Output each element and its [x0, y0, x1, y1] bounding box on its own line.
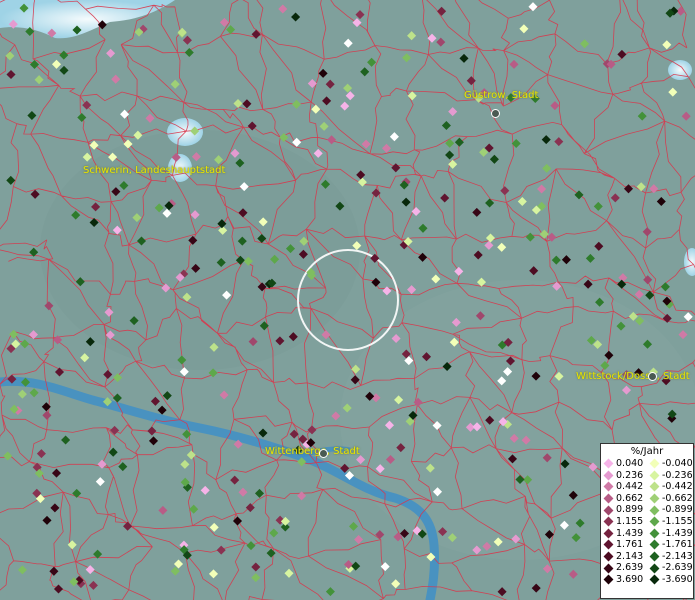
place-label: Wittenberge, Stadt	[265, 446, 360, 457]
legend-entry: -2.639	[647, 562, 693, 574]
legend-entry: 2.639	[601, 562, 647, 574]
legend-entry: 0.662	[601, 493, 647, 505]
legend-value: 0.899	[616, 504, 644, 516]
legend-entry: 0.899	[601, 504, 647, 516]
legend-value: 2.639	[616, 562, 644, 574]
legend-value: 0.442	[616, 481, 644, 493]
legend-entry: 0.040	[601, 458, 647, 470]
legend-value: -3.690	[662, 573, 693, 585]
legend-value: -1.155	[662, 515, 693, 527]
legend-title: %/Jahr	[630, 446, 664, 457]
legend-swatch	[603, 540, 614, 550]
legend-swatch	[649, 505, 660, 516]
legend-value: -1.761	[662, 539, 693, 551]
legend-swatch	[603, 458, 614, 469]
legend-entry: -1.155	[647, 516, 693, 528]
place-label: Güstrow, Stadt	[464, 90, 539, 101]
legend-value: 1.439	[616, 527, 644, 539]
legend-swatch	[603, 528, 614, 539]
legend-entry: -0.662	[647, 493, 693, 505]
legend-row: 0.040 -0.040	[601, 458, 693, 470]
legend-swatch	[603, 574, 614, 585]
legend-value: -0.899	[662, 504, 693, 516]
legend-value: 3.690	[616, 573, 644, 585]
legend-entry: 0.442	[601, 481, 647, 493]
legend-value: -0.662	[662, 492, 693, 504]
legend-swatch	[603, 516, 614, 527]
city-marker[interactable]	[648, 372, 657, 381]
legend-value: 0.662	[616, 492, 644, 504]
legend-entry: -0.236	[647, 470, 693, 482]
legend-value: 0.040	[616, 458, 644, 469]
legend-swatch	[603, 551, 614, 562]
legend-row: 1.761 -1.761	[601, 539, 693, 551]
legend-value: 2.143	[616, 550, 644, 562]
legend-value: -0.236	[662, 469, 693, 481]
legend-swatch	[603, 470, 614, 481]
map-base	[0, 0, 695, 600]
legend-row: 3.690 -3.690	[601, 574, 693, 586]
city-marker[interactable]	[319, 449, 328, 458]
city-marker[interactable]	[491, 109, 500, 118]
legend-row: 2.639 -2.639	[601, 562, 693, 574]
legend-swatch	[603, 493, 614, 504]
legend-row: 0.662 -0.662	[601, 493, 693, 505]
place-label: Schwerin, Landeshauptstadt	[83, 165, 226, 176]
legend-swatch	[649, 528, 660, 539]
legend-entry: -0.040	[647, 458, 693, 470]
legend-entry: -0.442	[647, 481, 693, 493]
subsidence-map[interactable]: Güstrow, Stadt Schwerin, Landeshauptstad…	[0, 0, 695, 600]
legend-swatch	[649, 458, 660, 469]
legend-value: -0.040	[662, 458, 693, 469]
legend-value: -0.442	[662, 481, 693, 493]
legend-entry: 1.439	[601, 528, 647, 540]
legend-value: 0.236	[616, 469, 644, 481]
legend: %/Jahr 0.040 -0.040 0.236 -0.236 0.442 -0.442…	[600, 443, 694, 599]
legend-swatch	[603, 563, 614, 574]
legend-row: 0.899 -0.899	[601, 504, 693, 516]
legend-entry: -0.899	[647, 504, 693, 516]
legend-value: 1.761	[616, 539, 644, 551]
legend-value: -2.143	[662, 550, 693, 562]
legend-value: -1.439	[662, 527, 693, 539]
legend-row: 0.236 -0.236	[601, 470, 693, 482]
legend-entry: 1.761	[601, 539, 647, 551]
legend-entry: -3.690	[647, 574, 693, 586]
legend-swatch	[649, 516, 660, 527]
legend-swatch	[649, 482, 660, 492]
legend-swatch	[603, 482, 614, 492]
legend-rows: 0.040 -0.040 0.236 -0.236 0.442 -0.442 0.662 -0…	[601, 458, 693, 586]
legend-entry: -1.439	[647, 528, 693, 540]
legend-swatch	[649, 563, 660, 574]
place-label: Wittstock/Dosse, Stadt	[576, 371, 690, 382]
legend-entry: 3.690	[601, 574, 647, 586]
legend-row: 0.442 -0.442	[601, 481, 693, 493]
legend-swatch	[603, 505, 614, 516]
legend-swatch	[649, 574, 660, 585]
legend-row: 2.143 -2.143	[601, 551, 693, 563]
legend-entry: 0.236	[601, 470, 647, 482]
legend-swatch	[649, 470, 660, 481]
legend-entry: -1.761	[647, 539, 693, 551]
legend-swatch	[649, 540, 660, 550]
legend-row: 1.439 -1.439	[601, 528, 693, 540]
legend-value: 1.155	[616, 515, 644, 527]
legend-value: -2.639	[662, 562, 693, 574]
legend-row: 1.155 -1.155	[601, 516, 693, 528]
legend-entry: 1.155	[601, 516, 647, 528]
legend-swatch	[649, 493, 660, 504]
legend-entry: -2.143	[647, 551, 693, 563]
legend-swatch	[649, 551, 660, 562]
legend-entry: 2.143	[601, 551, 647, 563]
